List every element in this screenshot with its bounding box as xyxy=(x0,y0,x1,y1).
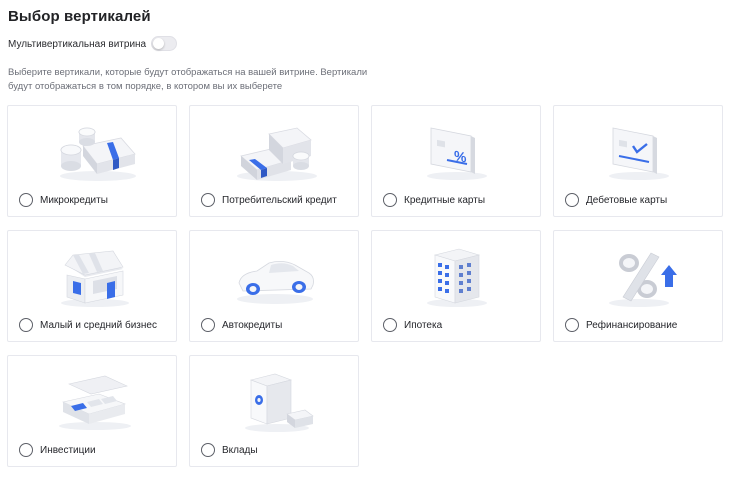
vertical-card-consumer-credit[interactable]: Потребительский кредит xyxy=(189,105,359,217)
vertical-card-credit-cards[interactable]: % Кредитные карты xyxy=(371,105,541,217)
vertical-card-mortgage[interactable]: Ипотека xyxy=(371,230,541,342)
vertical-card-refinancing[interactable]: Рефинансирование xyxy=(553,230,723,342)
verticals-grid: Микрокредиты Потребительский кредит % Кр… xyxy=(7,105,725,469)
car-icon xyxy=(237,261,314,304)
vertical-radio[interactable] xyxy=(201,318,215,332)
vertical-radio[interactable] xyxy=(19,193,33,207)
shop-storefront-icon xyxy=(61,250,129,307)
banknote-stack-icon xyxy=(237,127,317,181)
vertical-card-microcredits[interactable]: Микрокредиты xyxy=(7,105,177,217)
credit-card-percent-icon: % xyxy=(427,127,487,180)
vertical-radio[interactable] xyxy=(565,193,579,207)
vertical-radio[interactable] xyxy=(19,318,33,332)
vertical-label: Микрокредиты xyxy=(40,195,108,206)
vertical-label: Потребительский кредит xyxy=(222,195,337,206)
vertical-label: Дебетовые карты xyxy=(586,195,668,206)
vertical-radio[interactable] xyxy=(201,193,215,207)
percent-refinance-icon xyxy=(609,252,677,307)
description-text: Выберите вертикали, которые будут отобра… xyxy=(8,67,368,92)
vertical-label: Инвестиции xyxy=(40,445,96,456)
vertical-label: Автокредиты xyxy=(222,320,283,331)
vertical-radio[interactable] xyxy=(383,318,397,332)
debit-card-check-icon xyxy=(609,127,669,180)
vertical-label: Вклады xyxy=(222,445,258,456)
vertical-card-deposits[interactable]: Вклады xyxy=(189,355,359,467)
vertical-label: Ипотека xyxy=(404,320,443,331)
multivertical-toggle-row: Мультивертикальная витрина xyxy=(8,36,177,52)
apartment-building-icon xyxy=(427,248,487,307)
briefcase-investment-icon xyxy=(59,375,131,430)
multivertical-toggle[interactable] xyxy=(151,36,177,51)
vertical-card-smb[interactable]: Малый и средний бизнес xyxy=(7,230,177,342)
vertical-card-auto-credit[interactable]: Автокредиты xyxy=(189,230,359,342)
toggle-label: Мультивертикальная витрина xyxy=(8,38,147,50)
vertical-label: Рефинансирование xyxy=(586,320,678,331)
coins-banknotes-icon xyxy=(60,127,136,181)
vertical-label: Кредитные карты xyxy=(404,195,486,206)
vertical-card-investments[interactable]: Инвестиции xyxy=(7,355,177,467)
toggle-knob xyxy=(153,38,164,49)
vertical-radio[interactable] xyxy=(201,443,215,457)
vertical-label: Малый и средний бизнес xyxy=(40,320,157,331)
vertical-radio[interactable] xyxy=(383,193,397,207)
vertical-radio[interactable] xyxy=(565,318,579,332)
vertical-card-debit-cards[interactable]: Дебетовые карты xyxy=(553,105,723,217)
vertical-radio[interactable] xyxy=(19,443,33,457)
safe-deposit-icon xyxy=(245,373,314,432)
page-title: Выбор вертикалей xyxy=(8,8,151,25)
